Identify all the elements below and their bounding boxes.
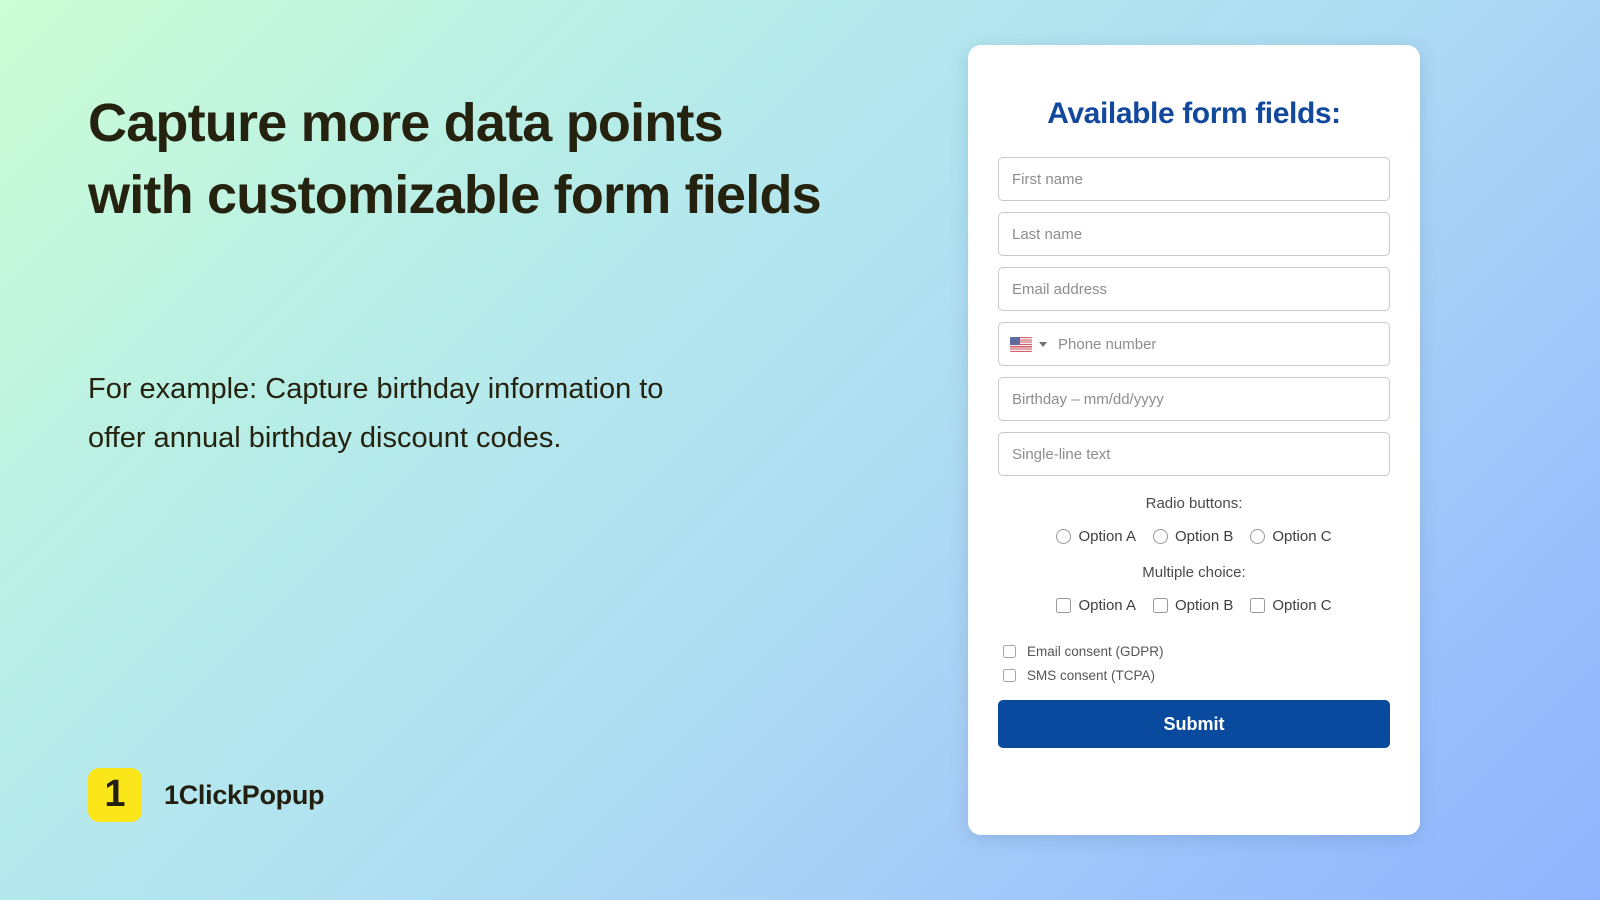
single-line-text-placeholder: Single-line text <box>1012 445 1111 463</box>
radio-option-c[interactable]: Option C <box>1250 528 1332 545</box>
checkbox-icon[interactable] <box>1152 598 1168 613</box>
radio-icon[interactable] <box>1056 529 1072 544</box>
last-name-field[interactable]: Last name <box>998 212 1390 256</box>
first-name-field[interactable]: First name <box>998 157 1390 201</box>
consent-group: Email consent (GDPR) SMS consent (TCPA) <box>998 644 1390 683</box>
email-consent-row[interactable]: Email consent (GDPR) <box>1003 644 1390 659</box>
brand-logo: 1 1ClickPopup <box>88 768 325 822</box>
single-line-text-field[interactable]: Single-line text <box>998 432 1390 476</box>
radio-group-label: Radio buttons: <box>1145 495 1243 512</box>
email-consent-label: Email consent (GDPR) <box>1027 644 1164 659</box>
radio-option-c-label: Option C <box>1272 528 1332 545</box>
checkbox-group-label: Multiple choice: <box>1142 564 1246 581</box>
submit-button[interactable]: Submit <box>998 700 1390 748</box>
checkbox-option-b[interactable]: Option B <box>1152 597 1234 614</box>
form-card: Available form fields: First name Last n… <box>968 45 1420 835</box>
checkbox-option-c-label: Option C <box>1272 597 1332 614</box>
checkbox-group: Option A Option B Option C <box>998 597 1390 614</box>
checkbox-icon[interactable] <box>1003 669 1016 682</box>
radio-icon[interactable] <box>1152 529 1168 544</box>
phone-field[interactable]: Phone number <box>998 322 1390 366</box>
checkbox-icon[interactable] <box>1056 598 1072 613</box>
last-name-placeholder: Last name <box>1012 225 1083 243</box>
hero-description: For example: Capture birthday informatio… <box>88 373 664 454</box>
radio-option-b-label: Option B <box>1174 528 1234 545</box>
logo-wordmark: 1ClickPopup <box>164 779 325 810</box>
sms-consent-row[interactable]: SMS consent (TCPA) <box>1003 668 1390 683</box>
first-name-placeholder: First name <box>1012 170 1083 188</box>
form-title: Available form fields: <box>1047 97 1341 130</box>
radio-option-a[interactable]: Option A <box>1056 528 1136 545</box>
phone-placeholder: Phone number <box>1058 335 1157 353</box>
checkbox-option-c[interactable]: Option C <box>1250 597 1332 614</box>
sms-consent-label: SMS consent (TCPA) <box>1027 668 1156 683</box>
checkbox-option-b-label: Option B <box>1174 597 1234 614</box>
radio-option-a-label: Option A <box>1078 528 1136 545</box>
birthday-field[interactable]: Birthday – mm/dd/yyyy <box>998 377 1390 421</box>
radio-icon[interactable] <box>1250 529 1266 544</box>
radio-option-b[interactable]: Option B <box>1152 528 1234 545</box>
chevron-down-icon[interactable] <box>1039 341 1047 347</box>
radio-group: Option A Option B Option C <box>998 528 1390 545</box>
hero-panel: Capture more data points with customizab… <box>88 0 888 900</box>
checkbox-option-a-label: Option A <box>1078 597 1136 614</box>
email-field[interactable]: Email address <box>998 267 1390 311</box>
checkbox-icon[interactable] <box>1003 645 1016 658</box>
logo-mark-icon: 1 <box>88 768 142 822</box>
page-title: Capture more data points with customizab… <box>88 93 822 225</box>
birthday-placeholder: Birthday – mm/dd/yyyy <box>1012 390 1164 408</box>
checkbox-icon[interactable] <box>1250 598 1266 613</box>
checkbox-option-a[interactable]: Option A <box>1056 597 1136 614</box>
us-flag-icon[interactable] <box>1010 336 1032 352</box>
email-placeholder: Email address <box>1012 280 1108 298</box>
